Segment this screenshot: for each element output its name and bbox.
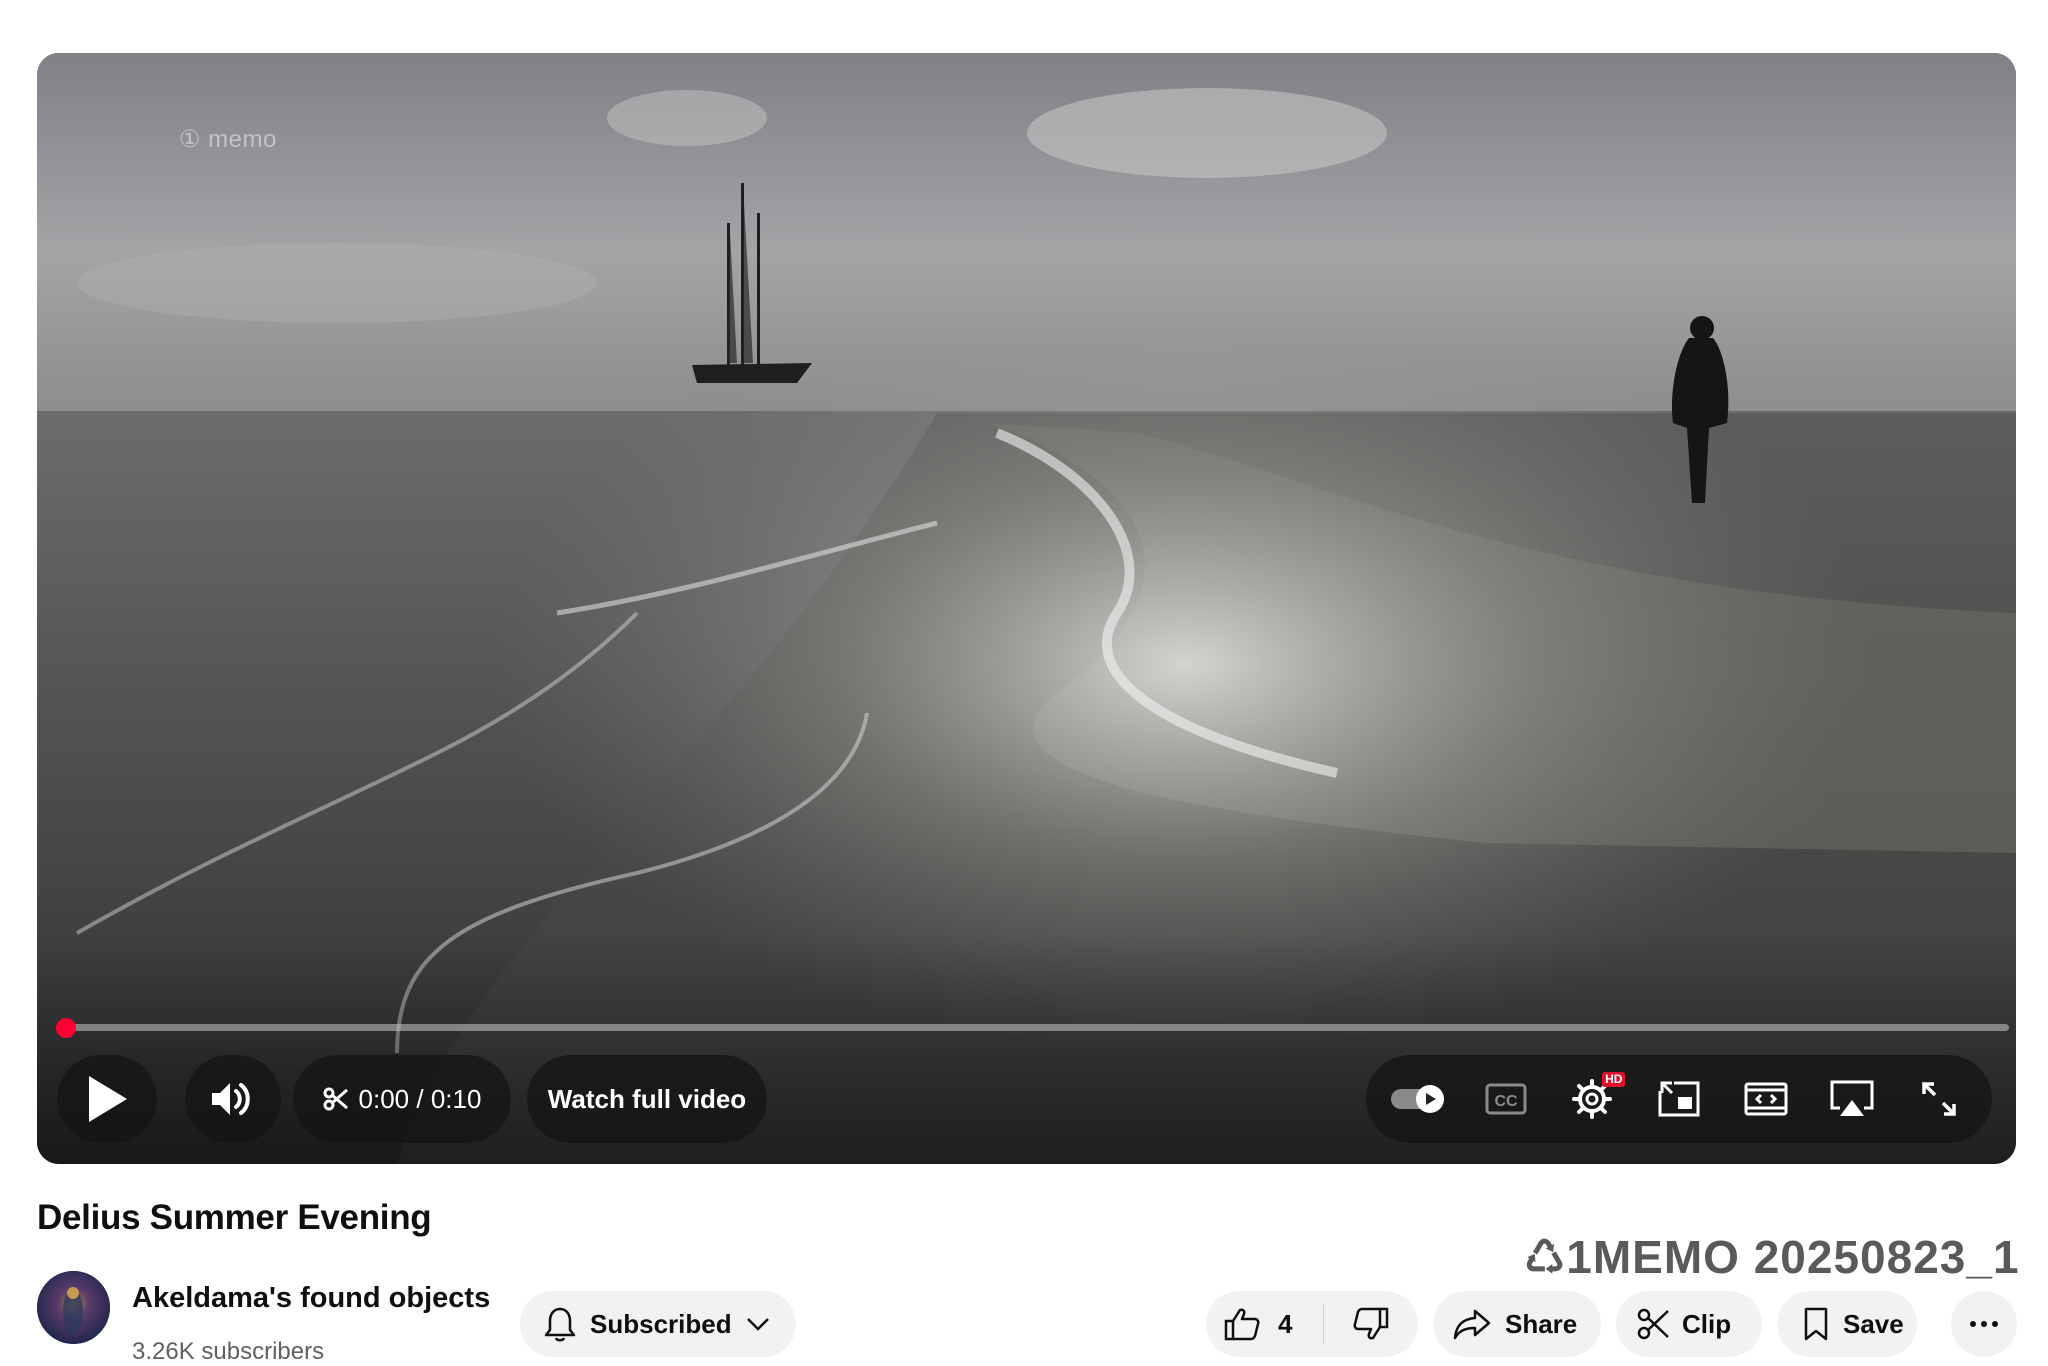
scissors-icon (323, 1087, 348, 1111)
clip-label: Clip (1682, 1308, 1732, 1339)
thumbs-up-icon (1224, 1308, 1260, 1341)
player-right-controls: CC HD (1366, 1055, 1992, 1143)
save-label: Save (1843, 1308, 1904, 1339)
captions-button[interactable]: CC (1471, 1064, 1541, 1134)
theater-mode-button[interactable] (1731, 1064, 1801, 1134)
clip-time-display: 0:00 / 0:10 (293, 1055, 511, 1143)
time-current: 0:00 (358, 1083, 410, 1114)
hd-badge: HD (1602, 1072, 1626, 1087)
share-label: Share (1505, 1308, 1578, 1339)
volume-button[interactable] (185, 1055, 281, 1143)
channel-name[interactable]: Akeldama's found objects (132, 1282, 490, 1315)
like-button[interactable]: 4 (1206, 1307, 1323, 1341)
subscriber-count: 3.26K subscribers (132, 1338, 325, 1365)
scissors-icon (1637, 1308, 1669, 1340)
theater-mode-icon (1744, 1082, 1788, 1116)
time-duration: 0:10 (430, 1083, 482, 1114)
airplay-icon (1830, 1080, 1874, 1116)
avatar-image (37, 1271, 110, 1344)
progress-scrubber[interactable] (56, 1018, 76, 1038)
thumbs-down-icon (1353, 1307, 1389, 1340)
dislike-button[interactable] (1324, 1307, 1418, 1341)
autoplay-toggle-icon (1391, 1085, 1445, 1113)
fullscreen-icon (1921, 1082, 1956, 1116)
chevron-down-icon (746, 1318, 769, 1331)
play-icon (89, 1076, 127, 1122)
autoplay-toggle[interactable] (1384, 1064, 1454, 1134)
cc-label: CC (1494, 1093, 1518, 1110)
settings-button[interactable]: HD (1557, 1064, 1627, 1134)
miniplayer-icon (1658, 1081, 1700, 1117)
time-separator: / (416, 1083, 424, 1114)
more-horizontal-icon (1970, 1321, 1998, 1327)
video-watermark: ① memo (179, 126, 277, 153)
clip-button[interactable]: Clip (1616, 1291, 1762, 1357)
save-button[interactable]: Save (1777, 1291, 1917, 1357)
subscribed-label: Subscribed (590, 1308, 732, 1339)
share-icon (1453, 1309, 1491, 1340)
more-actions-button[interactable] (1951, 1291, 2017, 1357)
progress-bar[interactable] (65, 1024, 2009, 1031)
like-dislike-group: 4 (1206, 1291, 1418, 1357)
bookmark-icon (1804, 1307, 1828, 1341)
play-button[interactable] (57, 1055, 157, 1143)
watch-full-video-button[interactable]: Watch full video (527, 1055, 767, 1143)
fullscreen-button[interactable] (1904, 1064, 1974, 1134)
share-button[interactable]: Share (1433, 1291, 1601, 1357)
airplay-button[interactable] (1817, 1064, 1887, 1134)
miniplayer-button[interactable] (1644, 1064, 1714, 1134)
video-player[interactable]: ① memo 0:00 / 0:10 Watch full video CC H… (37, 53, 2016, 1164)
video-title: Delius Summer Evening (37, 1198, 432, 1237)
volume-icon (212, 1083, 250, 1115)
subscribed-button[interactable]: Subscribed (520, 1291, 796, 1357)
video-frame (37, 53, 2016, 1164)
like-count: 4 (1278, 1308, 1293, 1339)
bell-icon (544, 1307, 576, 1342)
memo-overlay-text: ♺1MEMO 20250823_1 (1524, 1231, 2020, 1283)
channel-avatar[interactable] (37, 1271, 110, 1344)
cc-icon: CC (1485, 1083, 1527, 1115)
